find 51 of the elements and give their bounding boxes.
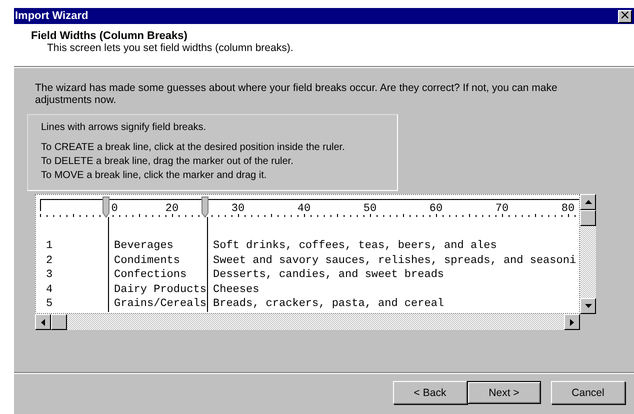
vertical-scrollbar[interactable] xyxy=(580,194,596,314)
break-marker[interactable] xyxy=(202,196,208,218)
wizard-button[interactable]: < Back xyxy=(393,381,467,404)
intro-text: The wizard has made some guesses about where your field breaks occur. Are they correct? If not, you can make adjustments now. xyxy=(35,82,558,106)
ruler-label: 30 xyxy=(231,203,245,215)
scroll-up-button[interactable] xyxy=(580,194,596,210)
ruler-label: 20 xyxy=(165,203,179,215)
preview-cell-text: 5 xyxy=(46,297,54,312)
preview-cell-text: Condiments xyxy=(114,254,182,268)
instruction-text: Lines with arrows signify field breaks. xyxy=(41,121,208,135)
instruction-text: To DELETE a break line, drag the marker out of the ruler. xyxy=(41,155,294,169)
ruler-label: 50 xyxy=(363,203,377,215)
break-marker[interactable] xyxy=(102,196,110,218)
preview-cell: Desserts, candies, and sweet breads xyxy=(213,268,444,282)
step-description: This screen lets you set field widths (column breaks). xyxy=(46,42,294,54)
preview-cell-text: Confections xyxy=(114,268,188,282)
instruction-text: To CREATE a break line, click at the desired position inside the ruler. xyxy=(41,141,346,155)
scroll-down-button[interactable] xyxy=(580,298,596,314)
preview-cell: Breads, crackers, pasta, and cereal xyxy=(213,297,444,312)
preview-cell: Cheeses xyxy=(213,282,260,297)
instruction-text: To MOVE a break line, click the marker and drag it. xyxy=(41,169,268,183)
preview-cell-text: Beverages xyxy=(114,239,174,254)
preview-cell-text: 4 xyxy=(46,282,54,297)
ruler-label: 60 xyxy=(429,203,443,215)
scroll-thumb[interactable] xyxy=(580,210,596,226)
preview-cell-text: 3 xyxy=(46,268,54,282)
wizard-button[interactable]: Next > xyxy=(467,381,541,404)
step-title: Field Widths (Column Breaks) xyxy=(31,30,188,42)
down-arrow-icon xyxy=(584,304,592,308)
data-preview[interactable] xyxy=(35,194,580,314)
ruler-label: 0 xyxy=(111,203,118,215)
right-arrow-icon xyxy=(570,318,574,326)
preview-cell-text: 1 xyxy=(46,239,54,254)
ruler-label: 80 xyxy=(561,203,575,215)
horizontal-scrollbar[interactable] xyxy=(35,314,580,330)
scroll-left-button[interactable] xyxy=(35,314,51,330)
preview-cell-text: Grains/Cereals xyxy=(114,297,208,312)
column-ruler[interactable]: 0 20 30 40 50 60 70 80 xyxy=(36,195,579,233)
window-title: Import Wizard xyxy=(15,10,88,22)
preview-cell: Sweet and savory sauces, relishes, spreads, and seasoni xyxy=(213,254,576,268)
preview-cell-text: 2 xyxy=(46,254,54,268)
close-button[interactable]: × xyxy=(618,10,632,22)
ruler-label: 40 xyxy=(297,203,311,215)
ruler-label: 70 xyxy=(495,203,509,215)
up-arrow-icon xyxy=(584,200,592,204)
preview-cell: Soft drinks, coffees, teas, beers, and ales xyxy=(213,239,497,254)
preview-cell-text: Dairy Products xyxy=(114,282,208,297)
scroll-right-button[interactable] xyxy=(564,314,580,330)
wizard-button[interactable]: Cancel xyxy=(551,381,625,404)
left-arrow-icon xyxy=(41,318,45,326)
scroll-thumb[interactable] xyxy=(51,314,67,330)
